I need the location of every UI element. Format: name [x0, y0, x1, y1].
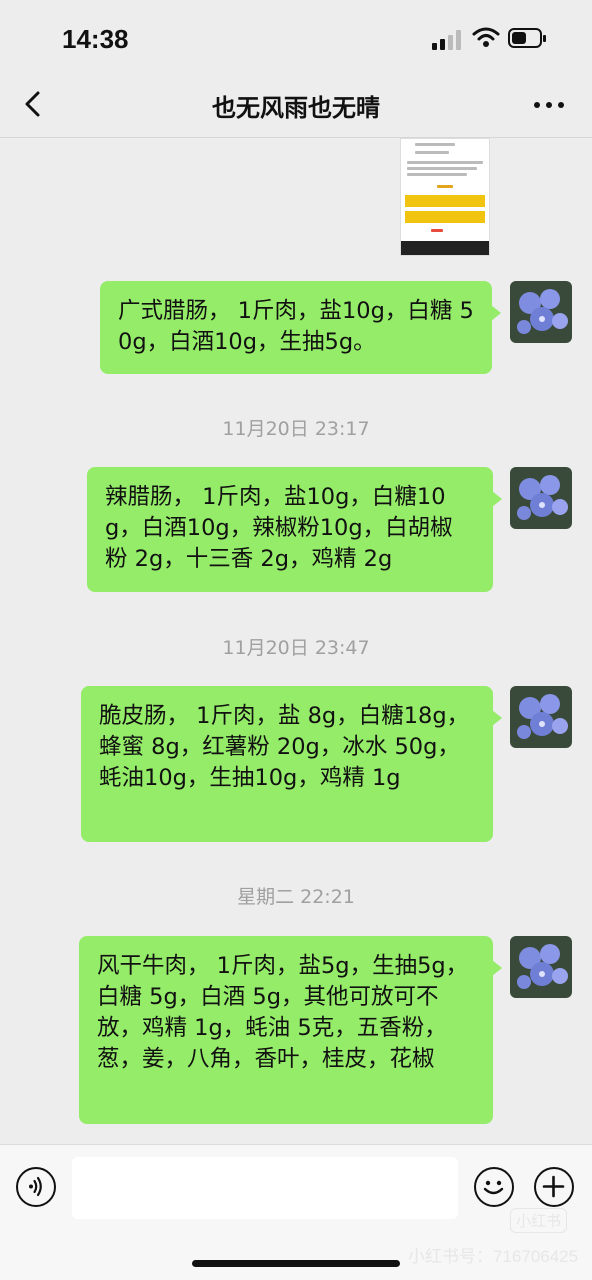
watermark-logo: 小红书	[510, 1208, 568, 1233]
nav-bar: 也无风雨也无晴	[0, 70, 592, 138]
emoji-icon[interactable]	[474, 1167, 514, 1207]
timestamp: 11月20日 23:17	[222, 418, 370, 440]
avatar[interactable]	[510, 281, 572, 343]
avatar[interactable]	[510, 467, 572, 529]
message-bubble[interactable]: 脆皮肠， 1斤肉，盐 8g，白糖18g，蜂蜜 8g，红薯粉 20g，冰水 50g…	[81, 686, 502, 842]
plus-icon[interactable]	[534, 1167, 574, 1207]
battery-icon	[508, 28, 546, 48]
home-indicator	[192, 1260, 400, 1267]
avatar[interactable]	[510, 936, 572, 998]
timestamp: 11月20日 23:47	[222, 637, 370, 659]
signal-icon	[432, 30, 461, 50]
voice-icon[interactable]	[16, 1167, 56, 1207]
timestamp: 星期二 22:21	[237, 886, 355, 908]
chat-title: 也无风雨也无晴	[212, 94, 380, 122]
image-message[interactable]	[400, 138, 490, 256]
message-bubble[interactable]: 广式腊肠， 1斤肉，盐10g，白糖 50g，白酒10g，生抽5g。	[100, 281, 501, 374]
status-time: 14:38	[62, 24, 129, 54]
watermark-id: 小红书号：716706425	[408, 1247, 579, 1266]
message-bubble[interactable]: 风干牛肉， 1斤肉，盐5g，生抽5g，白糖 5g，白酒 5g，其他可放可不放，鸡…	[79, 936, 502, 1124]
message-input[interactable]	[72, 1157, 458, 1219]
status-bar: 14:38	[0, 0, 592, 70]
more-icon[interactable]	[534, 102, 564, 110]
avatar[interactable]	[510, 686, 572, 748]
message-bubble[interactable]: 辣腊肠， 1斤肉，盐10g，白糖10g，白酒10g，辣椒粉10g，白胡椒粉 2g…	[87, 467, 502, 592]
wifi-icon	[472, 27, 500, 47]
